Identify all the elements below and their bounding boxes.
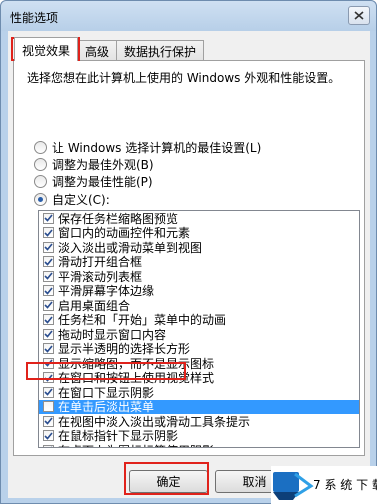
checkmark-icon bbox=[44, 316, 53, 324]
tab-strip: 视觉效果 高级 数据执行保护 bbox=[14, 37, 205, 61]
radio-label: 调整为最佳外观(B) bbox=[52, 158, 154, 172]
checkmark-icon bbox=[44, 388, 53, 396]
radio-button[interactable] bbox=[34, 175, 47, 188]
watermark-text: 7 系 统 下 载 bbox=[313, 478, 377, 492]
checkmark-icon bbox=[51, 446, 52, 447]
effect-item[interactable]: 在桌面上为图标标签使用阴影 bbox=[39, 442, 359, 447]
effect-checkbox[interactable] bbox=[43, 343, 54, 355]
tab-visual-effects[interactable]: 视觉效果 bbox=[14, 37, 79, 61]
effect-checkbox[interactable] bbox=[43, 372, 54, 384]
checkmark-icon bbox=[44, 374, 53, 382]
dialog-client: 视觉效果 高级 数据执行保护 选择您想在此计算机上使用的 Windows 外观和… bbox=[8, 31, 370, 498]
checkmark-icon bbox=[44, 432, 53, 440]
radio-button[interactable] bbox=[34, 141, 47, 154]
checkmark-icon bbox=[44, 345, 53, 353]
radio-label: 调整为最佳性能(P) bbox=[52, 175, 153, 189]
radio-label: 让 Windows 选择计算机的最佳设置(L) bbox=[52, 141, 262, 155]
visual-effects-panel: 选择您想在此计算机上使用的 Windows 外观和性能设置。 让 Windows… bbox=[13, 60, 365, 456]
effect-checkbox[interactable] bbox=[43, 357, 54, 369]
radio-let-windows-choose[interactable]: 让 Windows 选择计算机的最佳设置(L) bbox=[34, 139, 261, 156]
tab-advanced[interactable]: 高级 bbox=[77, 40, 118, 60]
radio-button[interactable] bbox=[34, 158, 47, 171]
checkmark-icon bbox=[44, 258, 53, 266]
effect-checkbox[interactable] bbox=[43, 256, 54, 268]
radio-custom[interactable]: 自定义(C): bbox=[34, 191, 110, 208]
radio-best-performance[interactable]: 调整为最佳性能(P) bbox=[34, 173, 153, 190]
effect-checkbox[interactable] bbox=[43, 212, 54, 224]
radio-label: 自定义(C): bbox=[52, 193, 110, 207]
watermark: 7 系 统 下 载 bbox=[271, 466, 377, 504]
checkmark-icon bbox=[44, 243, 53, 251]
window-title: 性能选项 bbox=[10, 11, 59, 25]
tab-data-execution-prevention[interactable]: 数据执行保护 bbox=[116, 40, 205, 60]
effect-label: 在桌面上为图标标签使用阴影 bbox=[58, 442, 214, 447]
effect-checkbox[interactable] bbox=[43, 241, 54, 253]
radio-button[interactable] bbox=[34, 193, 47, 206]
checkmark-icon bbox=[44, 229, 53, 237]
effect-checkbox[interactable] bbox=[43, 386, 54, 398]
effect-checkbox[interactable] bbox=[43, 328, 54, 340]
checkmark-icon bbox=[44, 214, 53, 222]
ok-button[interactable]: 确定 bbox=[129, 470, 208, 493]
effect-checkbox[interactable] bbox=[43, 444, 54, 447]
effect-checkbox[interactable] bbox=[43, 285, 54, 297]
close-button[interactable] bbox=[348, 6, 370, 25]
effect-checkbox[interactable] bbox=[43, 430, 54, 442]
close-icon bbox=[354, 11, 364, 20]
effect-checkbox[interactable] bbox=[43, 299, 54, 311]
effect-checkbox[interactable] bbox=[43, 415, 54, 427]
title-bar[interactable]: 性能选项 bbox=[1, 1, 376, 31]
checkmark-icon bbox=[44, 359, 53, 367]
effects-list[interactable]: 保存任务栏缩略图预览 窗口内的动画控件和元素 淡入淡出或滑动菜单到视图 滑动打开组合框… bbox=[38, 210, 360, 448]
effect-checkbox[interactable] bbox=[43, 314, 54, 326]
checkmark-icon bbox=[44, 287, 53, 295]
performance-options-window: 性能选项 视觉效果 高级 数据执行保护 选择您想在此计算机上使用的 Window… bbox=[0, 0, 377, 504]
checkmark-icon bbox=[44, 301, 53, 309]
description-text: 选择您想在此计算机上使用的 Windows 外观和性能设置。 bbox=[27, 71, 341, 85]
effect-checkbox[interactable] bbox=[43, 227, 54, 239]
checkmark-icon bbox=[44, 272, 53, 280]
checkmark-icon bbox=[44, 330, 53, 338]
effect-checkbox[interactable] bbox=[43, 270, 54, 282]
radio-best-appearance[interactable]: 调整为最佳外观(B) bbox=[34, 156, 154, 173]
effect-checkbox[interactable] bbox=[43, 401, 54, 413]
checkmark-icon bbox=[44, 417, 53, 425]
